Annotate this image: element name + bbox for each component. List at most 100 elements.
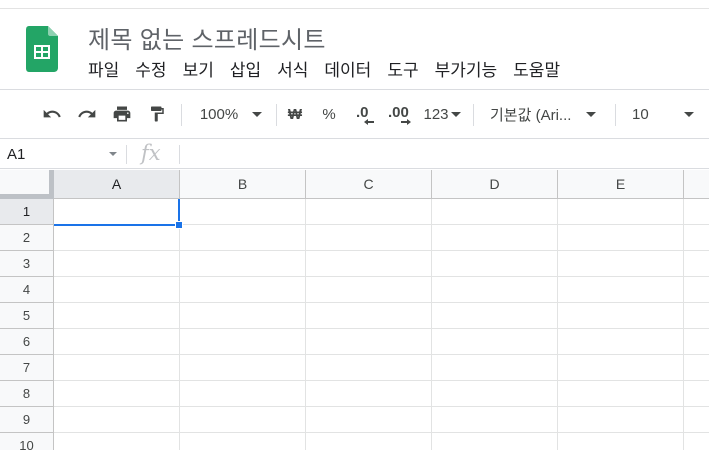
column-header-b[interactable]: B bbox=[180, 170, 306, 199]
active-cell-outline[interactable] bbox=[54, 199, 180, 226]
cell[interactable] bbox=[558, 303, 684, 329]
cell[interactable] bbox=[180, 251, 306, 277]
cell[interactable] bbox=[558, 199, 684, 225]
font-family-select[interactable]: 기본값 (Ari... bbox=[490, 90, 606, 138]
cell[interactable] bbox=[54, 355, 180, 381]
cell[interactable] bbox=[558, 407, 684, 433]
font-size-select[interactable]: 10 bbox=[632, 90, 702, 138]
menu-data[interactable]: 데이터 bbox=[316, 58, 379, 84]
print-button[interactable] bbox=[108, 90, 136, 138]
column-header[interactable] bbox=[684, 170, 709, 199]
cell[interactable] bbox=[306, 355, 432, 381]
row-header-6[interactable]: 6 bbox=[0, 329, 54, 355]
cell[interactable] bbox=[684, 329, 709, 355]
fill-handle[interactable] bbox=[175, 221, 183, 229]
zoom-select[interactable]: 100% bbox=[192, 90, 270, 138]
cell[interactable] bbox=[180, 355, 306, 381]
menu-help[interactable]: 도움말 bbox=[505, 58, 568, 84]
cell[interactable] bbox=[306, 407, 432, 433]
cell[interactable] bbox=[558, 355, 684, 381]
cell[interactable] bbox=[306, 251, 432, 277]
row-header-3[interactable]: 3 bbox=[0, 251, 54, 277]
cell[interactable] bbox=[180, 329, 306, 355]
cell[interactable] bbox=[432, 225, 558, 251]
name-box[interactable]: A1 bbox=[0, 140, 124, 168]
menu-edit[interactable]: 수정 bbox=[127, 58, 174, 84]
cell[interactable] bbox=[180, 199, 306, 225]
cell[interactable] bbox=[180, 381, 306, 407]
menu-file[interactable]: 파일 bbox=[80, 58, 127, 84]
column-header-e[interactable]: E bbox=[558, 170, 684, 199]
cell[interactable] bbox=[684, 303, 709, 329]
select-all-corner[interactable] bbox=[0, 170, 54, 199]
cell[interactable] bbox=[558, 251, 684, 277]
cell[interactable] bbox=[684, 225, 709, 251]
menu-insert[interactable]: 삽입 bbox=[222, 58, 269, 84]
cell[interactable] bbox=[558, 381, 684, 407]
percent-format-button[interactable]: % bbox=[318, 90, 340, 138]
cell[interactable] bbox=[54, 303, 180, 329]
cell[interactable] bbox=[54, 381, 180, 407]
cell[interactable] bbox=[180, 407, 306, 433]
cell[interactable] bbox=[306, 381, 432, 407]
menu-view[interactable]: 보기 bbox=[175, 58, 222, 84]
increase-decimal-button[interactable]: .00 bbox=[385, 90, 415, 138]
cell[interactable] bbox=[54, 407, 180, 433]
row-header-1[interactable]: 1 bbox=[0, 199, 54, 225]
cell[interactable] bbox=[54, 329, 180, 355]
column-header-a[interactable]: A bbox=[54, 170, 180, 199]
cell[interactable] bbox=[432, 251, 558, 277]
cell[interactable] bbox=[54, 225, 180, 251]
formula-input[interactable] bbox=[182, 140, 702, 168]
cell[interactable] bbox=[306, 433, 432, 450]
cell[interactable] bbox=[306, 199, 432, 225]
cell[interactable] bbox=[684, 355, 709, 381]
undo-button[interactable] bbox=[38, 90, 66, 138]
cell[interactable] bbox=[180, 433, 306, 450]
cell[interactable] bbox=[54, 277, 180, 303]
cell[interactable] bbox=[432, 277, 558, 303]
menu-addons[interactable]: 부가기능 bbox=[427, 58, 506, 84]
cell[interactable] bbox=[684, 251, 709, 277]
cell[interactable] bbox=[306, 303, 432, 329]
cell[interactable] bbox=[306, 225, 432, 251]
number-format-select[interactable]: 123 bbox=[420, 90, 464, 138]
row-header-4[interactable]: 4 bbox=[0, 277, 54, 303]
menu-format[interactable]: 서식 bbox=[269, 58, 316, 84]
cell[interactable] bbox=[180, 277, 306, 303]
cell[interactable] bbox=[684, 407, 709, 433]
decrease-decimal-button[interactable]: .0 bbox=[351, 90, 377, 138]
cell[interactable] bbox=[432, 407, 558, 433]
document-title[interactable]: 제목 없는 스프레드시트 bbox=[88, 20, 326, 55]
cell[interactable] bbox=[432, 199, 558, 225]
paint-format-button[interactable] bbox=[143, 90, 171, 138]
sheets-logo-icon[interactable] bbox=[26, 26, 58, 72]
cell[interactable] bbox=[306, 329, 432, 355]
cell[interactable] bbox=[684, 277, 709, 303]
cell[interactable] bbox=[432, 433, 558, 450]
spreadsheet-grid[interactable]: A B C D E 1 2 3 4 5 6 7 8 9 10 bbox=[0, 170, 709, 450]
row-header-8[interactable]: 8 bbox=[0, 381, 54, 407]
cell[interactable] bbox=[432, 355, 558, 381]
cell[interactable] bbox=[558, 277, 684, 303]
cell[interactable] bbox=[558, 329, 684, 355]
row-header-10[interactable]: 10 bbox=[0, 433, 54, 450]
cell[interactable] bbox=[684, 199, 709, 225]
row-header-2[interactable]: 2 bbox=[0, 225, 54, 251]
cell[interactable] bbox=[558, 225, 684, 251]
cell[interactable] bbox=[54, 251, 180, 277]
redo-button[interactable] bbox=[73, 90, 101, 138]
cell[interactable] bbox=[432, 303, 558, 329]
row-header-7[interactable]: 7 bbox=[0, 355, 54, 381]
cell[interactable] bbox=[306, 277, 432, 303]
cell[interactable] bbox=[432, 329, 558, 355]
row-header-9[interactable]: 9 bbox=[0, 407, 54, 433]
currency-format-button[interactable]: ₩ bbox=[284, 90, 306, 138]
cell[interactable] bbox=[54, 433, 180, 450]
row-header-5[interactable]: 5 bbox=[0, 303, 54, 329]
cell[interactable] bbox=[684, 381, 709, 407]
cell[interactable] bbox=[180, 303, 306, 329]
cell[interactable] bbox=[180, 225, 306, 251]
cell[interactable] bbox=[684, 433, 709, 450]
menu-tools[interactable]: 도구 bbox=[379, 58, 426, 84]
